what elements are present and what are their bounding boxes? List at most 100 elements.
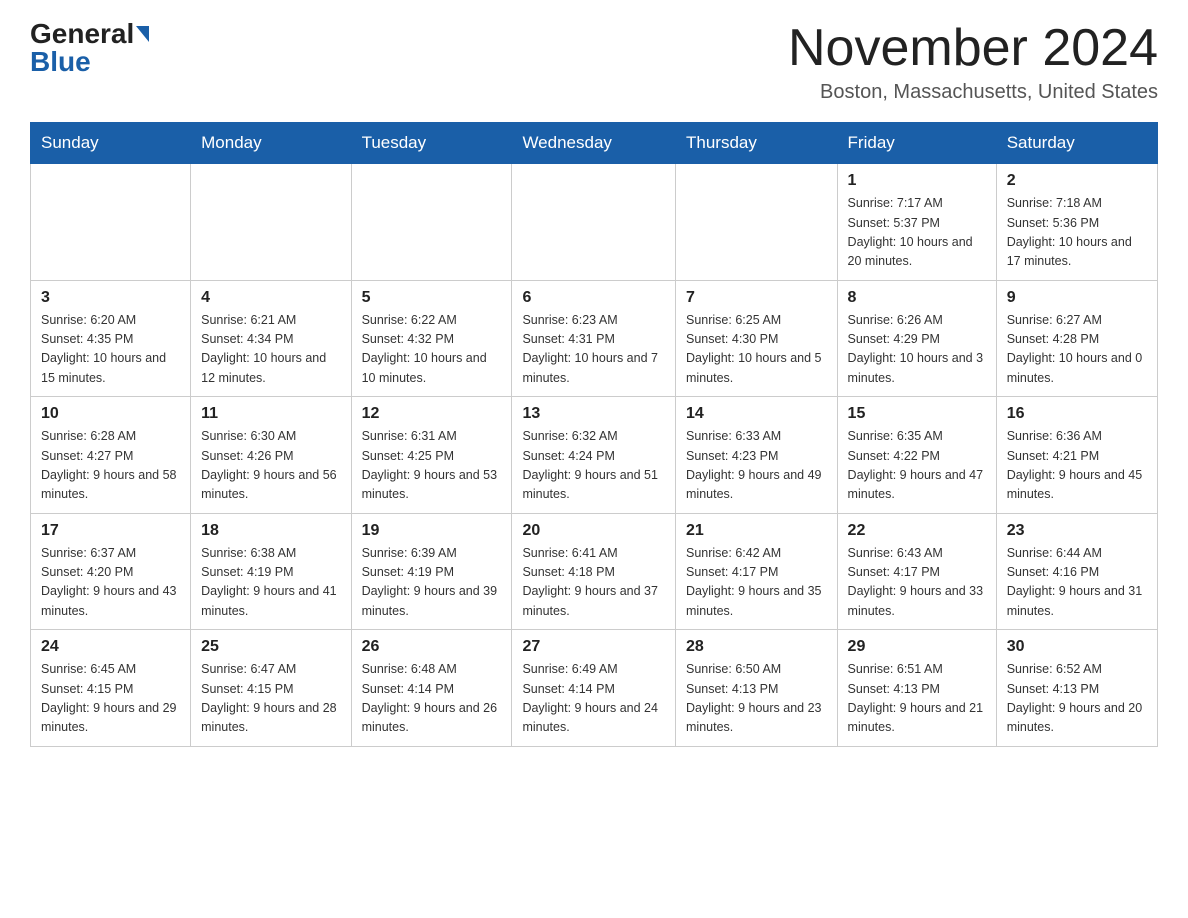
- calendar-week-row: 24 Sunrise: 6:45 AMSunset: 4:15 PMDayligh…: [31, 630, 1158, 747]
- day-info: Sunrise: 6:39 AMSunset: 4:19 PMDaylight:…: [362, 544, 502, 622]
- day-number: 17: [41, 522, 180, 540]
- calendar-day-cell: [351, 164, 512, 281]
- day-number: 14: [686, 405, 827, 423]
- page-header: General Blue November 2024 Boston, Massa…: [30, 20, 1158, 104]
- calendar-day-cell: 29 Sunrise: 6:51 AMSunset: 4:13 PMDayligh…: [837, 630, 996, 747]
- calendar-day-cell: 18 Sunrise: 6:38 AMSunset: 4:19 PMDayligh…: [191, 513, 351, 630]
- logo-general-text: General: [30, 20, 134, 48]
- calendar-day-cell: 15 Sunrise: 6:35 AMSunset: 4:22 PMDayligh…: [837, 397, 996, 514]
- day-info: Sunrise: 6:51 AMSunset: 4:13 PMDaylight:…: [848, 660, 986, 738]
- day-info: Sunrise: 6:44 AMSunset: 4:16 PMDaylight:…: [1007, 544, 1147, 622]
- calendar-day-cell: 1Sunrise: 7:17 AMSunset: 5:37 PMDaylight…: [837, 164, 996, 281]
- calendar-day-cell: 26 Sunrise: 6:48 AMSunset: 4:14 PMDayligh…: [351, 630, 512, 747]
- day-number: 26: [362, 638, 502, 656]
- calendar-day-cell: 11 Sunrise: 6:30 AMSunset: 4:26 PMDayligh…: [191, 397, 351, 514]
- calendar-day-cell: 3 Sunrise: 6:20 AMSunset: 4:35 PMDaylight…: [31, 280, 191, 397]
- day-number: 9: [1007, 289, 1147, 307]
- day-number: 5: [362, 289, 502, 307]
- day-info: Sunrise: 6:48 AMSunset: 4:14 PMDaylight:…: [362, 660, 502, 738]
- day-number: 13: [522, 405, 665, 423]
- day-info: Sunrise: 6:28 AMSunset: 4:27 PMDaylight:…: [41, 427, 180, 505]
- calendar-day-cell: 6 Sunrise: 6:23 AMSunset: 4:31 PMDaylight…: [512, 280, 676, 397]
- day-number: 2: [1007, 172, 1147, 190]
- day-info: Sunrise: 6:50 AMSunset: 4:13 PMDaylight:…: [686, 660, 827, 738]
- day-number: 29: [848, 638, 986, 656]
- calendar-day-cell: 20 Sunrise: 6:41 AMSunset: 4:18 PMDayligh…: [512, 513, 676, 630]
- day-info: Sunrise: 6:47 AMSunset: 4:15 PMDaylight:…: [201, 660, 340, 738]
- calendar-day-cell: 28 Sunrise: 6:50 AMSunset: 4:13 PMDayligh…: [676, 630, 838, 747]
- calendar-day-cell: [31, 164, 191, 281]
- calendar-week-row: 1Sunrise: 7:17 AMSunset: 5:37 PMDaylight…: [31, 164, 1158, 281]
- day-number: 3: [41, 289, 180, 307]
- calendar-day-cell: [512, 164, 676, 281]
- logo-blue-text: Blue: [30, 48, 91, 76]
- day-number: 18: [201, 522, 340, 540]
- day-info: Sunrise: 6:27 AMSunset: 4:28 PMDaylight:…: [1007, 311, 1147, 389]
- day-number: 23: [1007, 522, 1147, 540]
- day-info: Sunrise: 7:17 AMSunset: 5:37 PMDaylight:…: [848, 194, 986, 272]
- calendar-day-cell: 17 Sunrise: 6:37 AMSunset: 4:20 PMDayligh…: [31, 513, 191, 630]
- calendar-day-cell: 13 Sunrise: 6:32 AMSunset: 4:24 PMDayligh…: [512, 397, 676, 514]
- day-number: 4: [201, 289, 340, 307]
- day-number: 21: [686, 522, 827, 540]
- day-number: 15: [848, 405, 986, 423]
- day-number: 12: [362, 405, 502, 423]
- calendar-day-cell: 25 Sunrise: 6:47 AMSunset: 4:15 PMDayligh…: [191, 630, 351, 747]
- day-number: 20: [522, 522, 665, 540]
- calendar-day-cell: 14Sunrise: 6:33 AMSunset: 4:23 PMDayligh…: [676, 397, 838, 514]
- day-info: Sunrise: 6:49 AMSunset: 4:14 PMDaylight:…: [522, 660, 665, 738]
- day-number: 19: [362, 522, 502, 540]
- calendar-day-cell: [191, 164, 351, 281]
- day-info: Sunrise: 6:42 AMSunset: 4:17 PMDaylight:…: [686, 544, 827, 622]
- weekday-header: Saturday: [996, 123, 1157, 164]
- weekday-header: Sunday: [31, 123, 191, 164]
- calendar-day-cell: 10 Sunrise: 6:28 AMSunset: 4:27 PMDayligh…: [31, 397, 191, 514]
- day-info: Sunrise: 6:21 AMSunset: 4:34 PMDaylight:…: [201, 311, 340, 389]
- calendar-day-cell: 19 Sunrise: 6:39 AMSunset: 4:19 PMDayligh…: [351, 513, 512, 630]
- day-info: Sunrise: 6:32 AMSunset: 4:24 PMDaylight:…: [522, 427, 665, 505]
- calendar-day-cell: 4 Sunrise: 6:21 AMSunset: 4:34 PMDaylight…: [191, 280, 351, 397]
- day-number: 16: [1007, 405, 1147, 423]
- location-title: Boston, Massachusetts, United States: [788, 81, 1158, 104]
- weekday-header: Wednesday: [512, 123, 676, 164]
- day-info: Sunrise: 6:20 AMSunset: 4:35 PMDaylight:…: [41, 311, 180, 389]
- weekday-header: Monday: [191, 123, 351, 164]
- day-number: 24: [41, 638, 180, 656]
- calendar-day-cell: 21 Sunrise: 6:42 AMSunset: 4:17 PMDayligh…: [676, 513, 838, 630]
- calendar-day-cell: 5Sunrise: 6:22 AMSunset: 4:32 PMDaylight…: [351, 280, 512, 397]
- day-info: Sunrise: 6:52 AMSunset: 4:13 PMDaylight:…: [1007, 660, 1147, 738]
- weekday-header: Thursday: [676, 123, 838, 164]
- calendar-header-row: SundayMondayTuesdayWednesdayThursdayFrid…: [31, 123, 1158, 164]
- day-info: Sunrise: 6:36 AMSunset: 4:21 PMDaylight:…: [1007, 427, 1147, 505]
- calendar-day-cell: [676, 164, 838, 281]
- day-number: 25: [201, 638, 340, 656]
- day-info: Sunrise: 6:38 AMSunset: 4:19 PMDaylight:…: [201, 544, 340, 622]
- day-info: Sunrise: 6:45 AMSunset: 4:15 PMDaylight:…: [41, 660, 180, 738]
- day-number: 7: [686, 289, 827, 307]
- calendar-day-cell: 8 Sunrise: 6:26 AMSunset: 4:29 PMDaylight…: [837, 280, 996, 397]
- day-number: 6: [522, 289, 665, 307]
- calendar-day-cell: 30Sunrise: 6:52 AMSunset: 4:13 PMDayligh…: [996, 630, 1157, 747]
- day-info: Sunrise: 6:23 AMSunset: 4:31 PMDaylight:…: [522, 311, 665, 389]
- calendar-day-cell: 16 Sunrise: 6:36 AMSunset: 4:21 PMDayligh…: [996, 397, 1157, 514]
- calendar-day-cell: 2 Sunrise: 7:18 AMSunset: 5:36 PMDaylight…: [996, 164, 1157, 281]
- day-info: Sunrise: 6:43 AMSunset: 4:17 PMDaylight:…: [848, 544, 986, 622]
- day-info: Sunrise: 7:18 AMSunset: 5:36 PMDaylight:…: [1007, 194, 1147, 272]
- day-info: Sunrise: 6:30 AMSunset: 4:26 PMDaylight:…: [201, 427, 340, 505]
- calendar-table: SundayMondayTuesdayWednesdayThursdayFrid…: [30, 122, 1158, 747]
- day-number: 28: [686, 638, 827, 656]
- day-number: 27: [522, 638, 665, 656]
- day-info: Sunrise: 6:35 AMSunset: 4:22 PMDaylight:…: [848, 427, 986, 505]
- day-info: Sunrise: 6:26 AMSunset: 4:29 PMDaylight:…: [848, 311, 986, 389]
- calendar-day-cell: 22 Sunrise: 6:43 AMSunset: 4:17 PMDayligh…: [837, 513, 996, 630]
- calendar-day-cell: 7Sunrise: 6:25 AMSunset: 4:30 PMDaylight…: [676, 280, 838, 397]
- day-number: 10: [41, 405, 180, 423]
- calendar-day-cell: 9 Sunrise: 6:27 AMSunset: 4:28 PMDaylight…: [996, 280, 1157, 397]
- day-number: 22: [848, 522, 986, 540]
- day-number: 8: [848, 289, 986, 307]
- day-info: Sunrise: 6:31 AMSunset: 4:25 PMDaylight:…: [362, 427, 502, 505]
- day-info: Sunrise: 6:41 AMSunset: 4:18 PMDaylight:…: [522, 544, 665, 622]
- day-number: 11: [201, 405, 340, 423]
- calendar-day-cell: 27 Sunrise: 6:49 AMSunset: 4:14 PMDayligh…: [512, 630, 676, 747]
- day-info: Sunrise: 6:37 AMSunset: 4:20 PMDaylight:…: [41, 544, 180, 622]
